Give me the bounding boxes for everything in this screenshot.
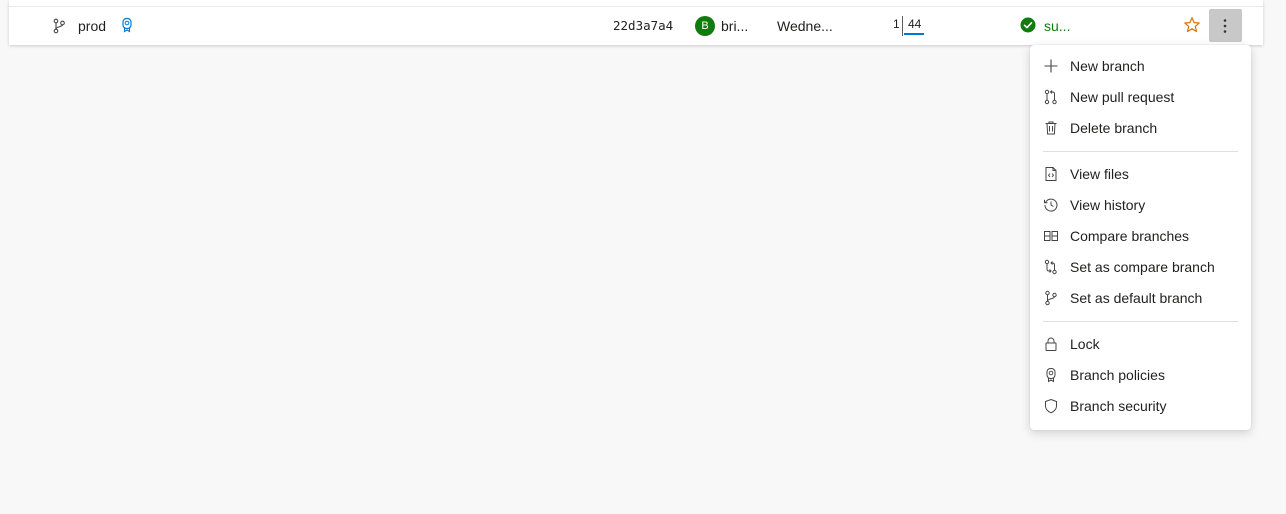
- branch-row-card: prod 22d3a7a4 B bri... Wedne... 1 44 su.…: [9, 0, 1263, 45]
- set-compare-icon: [1044, 259, 1057, 275]
- status-success-icon: [1020, 17, 1036, 33]
- menu-item-new-branch[interactable]: New branch: [1030, 51, 1251, 82]
- history-icon: [1044, 198, 1058, 212]
- behind-count: 1: [893, 17, 900, 31]
- status-text[interactable]: su...: [1044, 18, 1070, 34]
- menu-item-label: Set as compare branch: [1070, 259, 1215, 275]
- author-name: bri...: [721, 18, 749, 34]
- favorite-star-icon[interactable]: [1183, 16, 1201, 34]
- menu-item-label: Compare branches: [1070, 228, 1190, 244]
- menu-item-view-files[interactable]: View files: [1030, 159, 1251, 190]
- pull-request-icon: [1044, 89, 1057, 105]
- branch-icon: [1045, 290, 1057, 306]
- shield-icon: [1045, 398, 1057, 414]
- menu-item-label: Delete branch: [1070, 120, 1158, 136]
- more-actions-button[interactable]: [1209, 9, 1242, 42]
- menu-item-label: View history: [1070, 197, 1146, 213]
- more-vertical-icon: [1223, 19, 1227, 33]
- menu-item-compare-branches[interactable]: Compare branches: [1030, 221, 1251, 252]
- menu-item-label: Set as default branch: [1070, 290, 1203, 306]
- file-code-icon: [1045, 167, 1057, 181]
- branch-policy-icon[interactable]: [121, 17, 133, 33]
- lock-icon: [1045, 337, 1057, 351]
- trash-icon: [1045, 121, 1057, 135]
- menu-item-branch-policies[interactable]: Branch policies: [1030, 360, 1251, 391]
- menu-separator: [1043, 321, 1238, 322]
- compare-icon: [1044, 231, 1058, 241]
- branch-name[interactable]: prod: [78, 18, 106, 34]
- menu-item-label: Branch security: [1070, 398, 1167, 414]
- branch-context-menu: New branch New pull request Delete branc…: [1030, 45, 1251, 430]
- menu-item-label: Lock: [1070, 336, 1100, 352]
- menu-item-lock[interactable]: Lock: [1030, 329, 1251, 360]
- policy-icon: [1046, 368, 1056, 383]
- branch-icon: [53, 18, 65, 34]
- menu-item-label: View files: [1070, 166, 1129, 182]
- commit-date: Wedne...: [777, 18, 833, 34]
- commit-id[interactable]: 22d3a7a4: [613, 18, 673, 33]
- menu-item-set-as-compare-branch[interactable]: Set as compare branch: [1030, 252, 1251, 283]
- ahead-bar: [904, 33, 924, 35]
- menu-item-label: New pull request: [1070, 89, 1175, 105]
- plus-icon: [1044, 59, 1058, 73]
- ahead-behind-divider: [902, 16, 903, 36]
- author-avatar: B: [695, 16, 715, 36]
- menu-separator: [1043, 151, 1238, 152]
- menu-item-label: New branch: [1070, 58, 1145, 74]
- menu-item-new-pull-request[interactable]: New pull request: [1030, 82, 1251, 113]
- menu-item-label: Branch policies: [1070, 367, 1165, 383]
- menu-item-delete-branch[interactable]: Delete branch: [1030, 113, 1251, 144]
- menu-item-set-as-default-branch[interactable]: Set as default branch: [1030, 283, 1251, 314]
- menu-item-branch-security[interactable]: Branch security: [1030, 391, 1251, 422]
- branch-row[interactable]: prod 22d3a7a4 B bri... Wedne... 1 44 su.…: [9, 6, 1263, 45]
- menu-item-view-history[interactable]: View history: [1030, 190, 1251, 221]
- ahead-count: 44: [908, 17, 922, 31]
